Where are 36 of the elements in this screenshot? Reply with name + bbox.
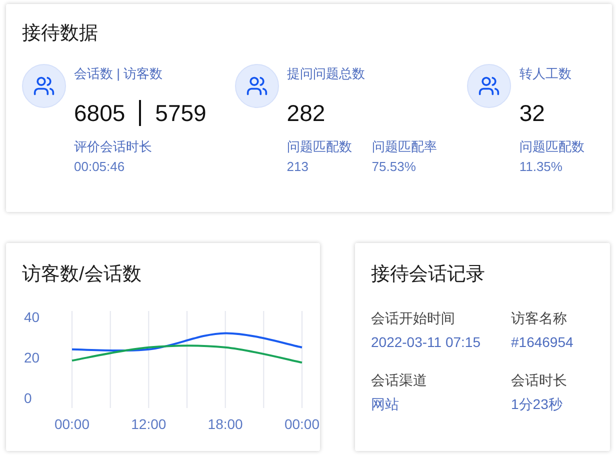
field-value: 网站 xyxy=(371,395,400,413)
field-label: 会话开始时间 xyxy=(371,309,456,327)
card-title: 接待会话记录 xyxy=(371,263,486,287)
card-title: 接待数据 xyxy=(22,22,99,46)
detail-label: 问题匹配数 xyxy=(286,138,352,156)
x-tick-label: 00:00 xyxy=(284,416,320,432)
field-value: #1646954 xyxy=(511,333,574,351)
users-icon xyxy=(467,64,512,108)
detail-value: 11.35% xyxy=(519,158,564,176)
stat-value: 5759 xyxy=(155,99,206,127)
stat-value: 6805 xyxy=(74,99,126,127)
detail-value: 75.53% xyxy=(372,158,417,176)
detail-label: 评价会话时长 xyxy=(74,138,152,156)
field-label: 访客名称 xyxy=(511,309,568,327)
field-value: 2022-03-11 07:15 xyxy=(371,333,482,351)
y-tick-label: 20 xyxy=(24,350,40,366)
detail-label: 问题匹配数 xyxy=(519,138,584,156)
users-icon xyxy=(22,64,66,108)
stat-value: 282 xyxy=(286,99,326,127)
y-tick-label: 0 xyxy=(24,390,32,406)
stat-label: 会话数 | 访客数 xyxy=(74,66,164,82)
detail-label: 问题匹配率 xyxy=(372,138,437,156)
users-icon xyxy=(234,64,279,108)
field-label: 会话渠道 xyxy=(371,371,428,389)
detail-value: 00:05:46 xyxy=(74,158,126,176)
x-tick-label: 00:00 xyxy=(54,416,90,432)
x-tick-label: 18:00 xyxy=(208,416,243,432)
y-tick-label: 40 xyxy=(24,309,40,325)
field-label: 会话时长 xyxy=(511,371,568,389)
stat-label: 转人工数 xyxy=(519,66,572,82)
card-title: 访客数/会话数 xyxy=(22,263,142,287)
stat-label: 提问问题总数 xyxy=(286,66,366,82)
field-value: 1分23秒 xyxy=(511,395,564,413)
detail-value: 213 xyxy=(286,158,310,176)
x-tick-label: 12:00 xyxy=(131,416,166,432)
stat-value: 32 xyxy=(519,99,545,127)
